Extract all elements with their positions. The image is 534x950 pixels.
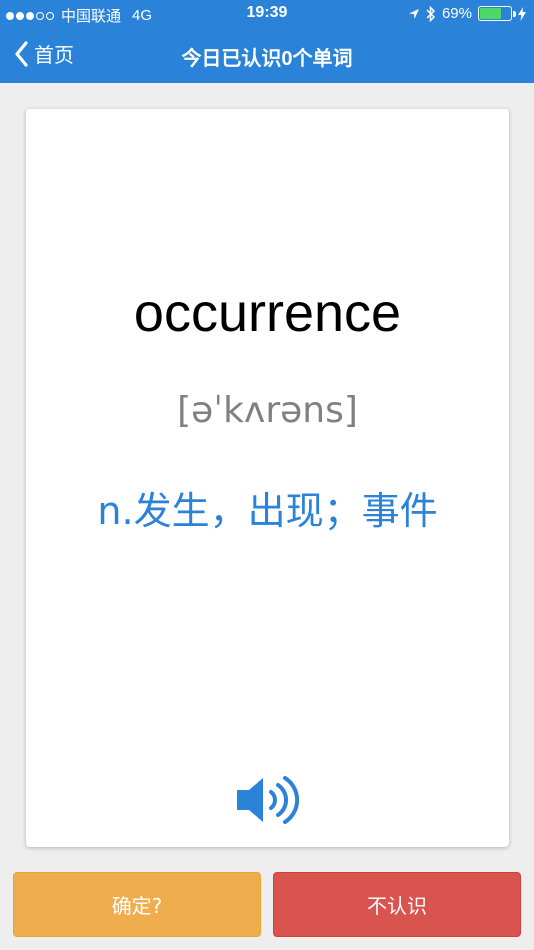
battery-fill — [480, 8, 501, 19]
speaker-icon[interactable] — [233, 770, 303, 830]
status-bar: 中国联通 4G 19:39 69% — [0, 0, 534, 27]
confirm-button-label: 确定? — [111, 894, 163, 918]
status-right: 69% — [408, 5, 526, 22]
page-title: 今日已认识0个单词 — [181, 48, 353, 70]
dont-know-button[interactable]: 不认识 — [273, 872, 521, 937]
confirm-button[interactable]: 确定? — [13, 872, 261, 937]
charging-bolt-icon — [518, 6, 526, 21]
location-arrow-icon — [408, 8, 419, 19]
bluetooth-icon — [426, 5, 436, 22]
meaning-text: n.发生，出现；事件 — [97, 489, 438, 533]
word-card: occurrence [əˈkʌrəns] n.发生，出现；事件 — [26, 109, 509, 847]
word-text: occurrence — [133, 283, 402, 343]
battery-percent: 69% — [441, 5, 472, 22]
dont-know-button-label: 不认识 — [367, 894, 427, 918]
app-header: 中国联通 4G 19:39 69% 首页 今日已认识0个单词 — [0, 0, 534, 83]
navigation-bar: 首页 今日已认识0个单词 — [0, 27, 534, 83]
battery-icon — [478, 6, 516, 21]
phonetic-text: [əˈkʌrəns] — [177, 390, 358, 431]
